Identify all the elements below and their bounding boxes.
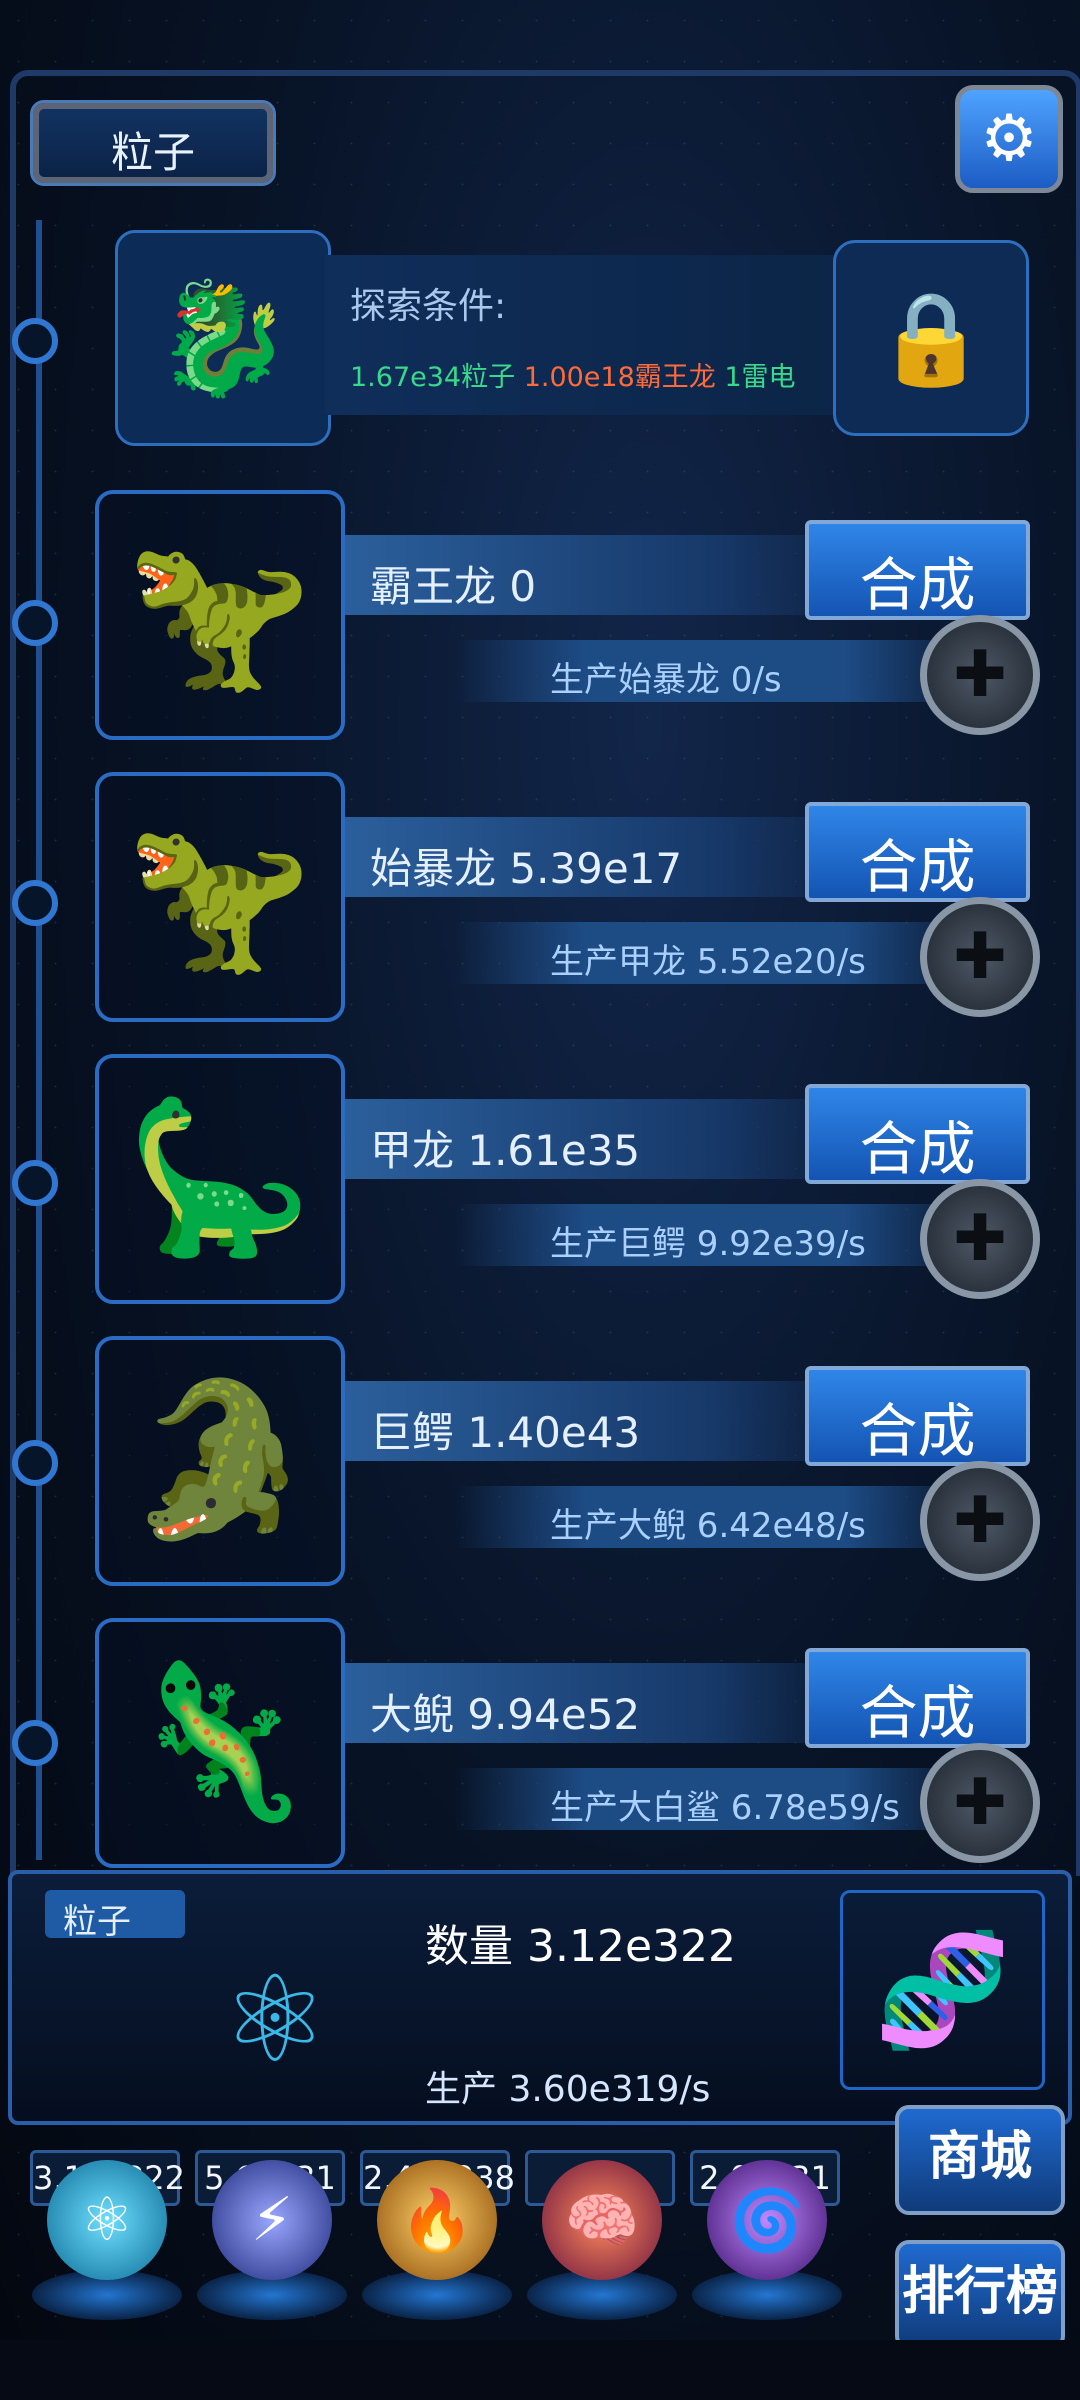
production-bar: 生产大鲵 6.42e48/s xyxy=(455,1486,975,1548)
page-title: 粒子 xyxy=(30,100,276,186)
creature-portrait: 🦖 xyxy=(95,772,345,1022)
brain-orb-icon[interactable]: 🧠 xyxy=(542,2160,662,2280)
production-bar: 生产甲龙 5.52e20/s xyxy=(455,922,975,984)
rail-node xyxy=(12,1720,58,1766)
rail-node xyxy=(12,880,58,926)
lock-icon: 🔒 xyxy=(874,285,988,391)
production-text: 生产始暴龙 0/s xyxy=(550,660,782,700)
production-bar: 生产巨鳄 9.92e39/s xyxy=(455,1204,975,1266)
unlock-button[interactable]: 🔒 xyxy=(833,240,1029,436)
production-bar: 生产大白鲨 6.78e59/s xyxy=(455,1768,975,1830)
rail-node xyxy=(12,1440,58,1486)
condition-particles: 1.67e34粒子 xyxy=(350,362,516,393)
creature-row: 🦖 霸王龙 0 合成 生产始暴龙 0/s ✚ xyxy=(60,490,1060,740)
synthesize-label: 合成 xyxy=(859,833,976,901)
bottom-strip xyxy=(0,2340,1080,2400)
add-button[interactable]: ✚ xyxy=(920,897,1040,1017)
plus-icon: ✚ xyxy=(953,638,1007,712)
creature-name: 始暴龙 5.39e17 xyxy=(370,844,683,893)
synthesize-button[interactable]: 合成 xyxy=(805,520,1030,620)
thunder-orb-icon[interactable]: ⚡ xyxy=(212,2160,332,2280)
synthesize-button[interactable]: 合成 xyxy=(805,1084,1030,1184)
condition-thunder: 1雷电 xyxy=(724,362,796,393)
plus-icon: ✚ xyxy=(953,920,1007,994)
raptor-icon: 🦖 xyxy=(125,809,313,983)
creature-name: 霸王龙 0 xyxy=(370,562,537,611)
creature-name-bar: 始暴龙 5.39e17 xyxy=(345,817,865,897)
creature-row: 🦕 甲龙 1.61e35 合成 生产巨鳄 9.92e39/s ✚ xyxy=(60,1054,1060,1304)
shop-button[interactable]: 商城 xyxy=(895,2105,1065,2215)
particle-atom-icon: ⚛ xyxy=(221,1950,329,2090)
creature-row: 🦖 始暴龙 5.39e17 合成 生产甲龙 5.52e20/s ✚ xyxy=(60,772,1060,1022)
creature-name-bar: 霸王龙 0 xyxy=(345,535,865,615)
synthesize-label: 合成 xyxy=(859,1679,976,1747)
condition-trex: 1.00e18霸王龙 xyxy=(523,362,716,393)
add-button[interactable]: ✚ xyxy=(920,1461,1040,1581)
synthesize-button[interactable]: 合成 xyxy=(805,1648,1030,1748)
creature-portrait: 🦎 xyxy=(95,1618,345,1868)
add-button[interactable]: ✚ xyxy=(920,1743,1040,1863)
fire-orb-icon[interactable]: 🔥 xyxy=(377,2160,497,2280)
particle-orb-icon[interactable]: ⚛ xyxy=(47,2160,167,2280)
synthesize-label: 合成 xyxy=(859,1115,976,1183)
creature-portrait: 🐊 xyxy=(95,1336,345,1586)
locked-creature-portrait: 🐉 xyxy=(115,230,331,446)
add-button[interactable]: ✚ xyxy=(920,1179,1040,1299)
production-text: 生产大白鲨 6.78e59/s xyxy=(550,1788,900,1828)
creature-portrait: 🦖 xyxy=(95,490,345,740)
settings-button[interactable]: ⚙ xyxy=(955,85,1063,193)
rail-node xyxy=(12,1160,58,1206)
galaxy-orb-icon[interactable]: 🌀 xyxy=(707,2160,827,2280)
creature-row: 🦎 大鲵 9.94e52 合成 生产大白鲨 6.78e59/s ✚ xyxy=(60,1618,1060,1868)
plus-icon: ✚ xyxy=(953,1202,1007,1276)
ankylosaur-icon: 🦕 xyxy=(125,1091,313,1265)
t-rex-icon: 🦖 xyxy=(125,527,313,701)
creature-name: 甲龙 1.61e35 xyxy=(370,1126,641,1175)
side-rail xyxy=(36,220,42,1860)
synthesize-button[interactable]: 合成 xyxy=(805,1366,1030,1466)
shop-label: 商城 xyxy=(927,2127,1032,2187)
rail-node xyxy=(12,600,58,646)
add-button[interactable]: ✚ xyxy=(920,615,1040,735)
plus-icon: ✚ xyxy=(953,1766,1007,1840)
creature-name-bar: 大鲵 9.94e52 xyxy=(345,1663,865,1743)
page-title-label: 粒子 xyxy=(110,128,195,177)
production-text: 生产巨鳄 9.92e39/s xyxy=(550,1224,866,1264)
explore-info: 探索条件: 1.67e34粒子 1.00e18霸王龙 1雷电 xyxy=(325,255,845,415)
ranking-button[interactable]: 排行榜 xyxy=(895,2240,1065,2350)
dna-icon: 🧬 xyxy=(840,1890,1045,2090)
lock-node-icon xyxy=(12,318,58,364)
panel-tag: 粒子 xyxy=(45,1890,185,1942)
explore-label: 探索条件: xyxy=(350,286,507,327)
creature-name-bar: 巨鳄 1.40e43 xyxy=(345,1381,865,1461)
explore-card: 🐉 探索条件: 1.67e34粒子 1.00e18霸王龙 1雷电 🔒 xyxy=(115,230,1029,446)
production-bar: 生产始暴龙 0/s xyxy=(455,640,975,702)
dragon-silhouette-icon: 🐉 xyxy=(154,273,292,402)
synthesize-label: 合成 xyxy=(859,551,976,619)
creature-name-bar: 甲龙 1.61e35 xyxy=(345,1099,865,1179)
panel-tag-label: 粒子 xyxy=(63,1902,131,1942)
gear-icon: ⚙ xyxy=(980,102,1038,176)
ranking-label: 排行榜 xyxy=(901,2262,1058,2322)
creature-row: 🐊 巨鳄 1.40e43 合成 生产大鲵 6.42e48/s ✚ xyxy=(60,1336,1060,1586)
creature-portrait: 🦕 xyxy=(95,1054,345,1304)
production-text: 生产甲龙 5.52e20/s xyxy=(550,942,866,982)
production-rate-text: 生产 3.60e319/s xyxy=(425,2069,711,2110)
production-text: 生产大鲵 6.42e48/s xyxy=(550,1506,866,1546)
synthesize-button[interactable]: 合成 xyxy=(805,802,1030,902)
creature-name: 巨鳄 1.40e43 xyxy=(370,1408,641,1457)
plus-icon: ✚ xyxy=(953,1484,1007,1558)
quantity-text: 数量 3.12e322 xyxy=(425,1921,737,1972)
creature-name: 大鲵 9.94e52 xyxy=(370,1690,641,1739)
synthesize-label: 合成 xyxy=(859,1397,976,1465)
crocodile-icon: 🐊 xyxy=(125,1373,313,1547)
axolotl-icon: 🦎 xyxy=(125,1655,313,1829)
explore-conditions: 1.67e34粒子 1.00e18霸王龙 1雷电 xyxy=(350,355,796,394)
